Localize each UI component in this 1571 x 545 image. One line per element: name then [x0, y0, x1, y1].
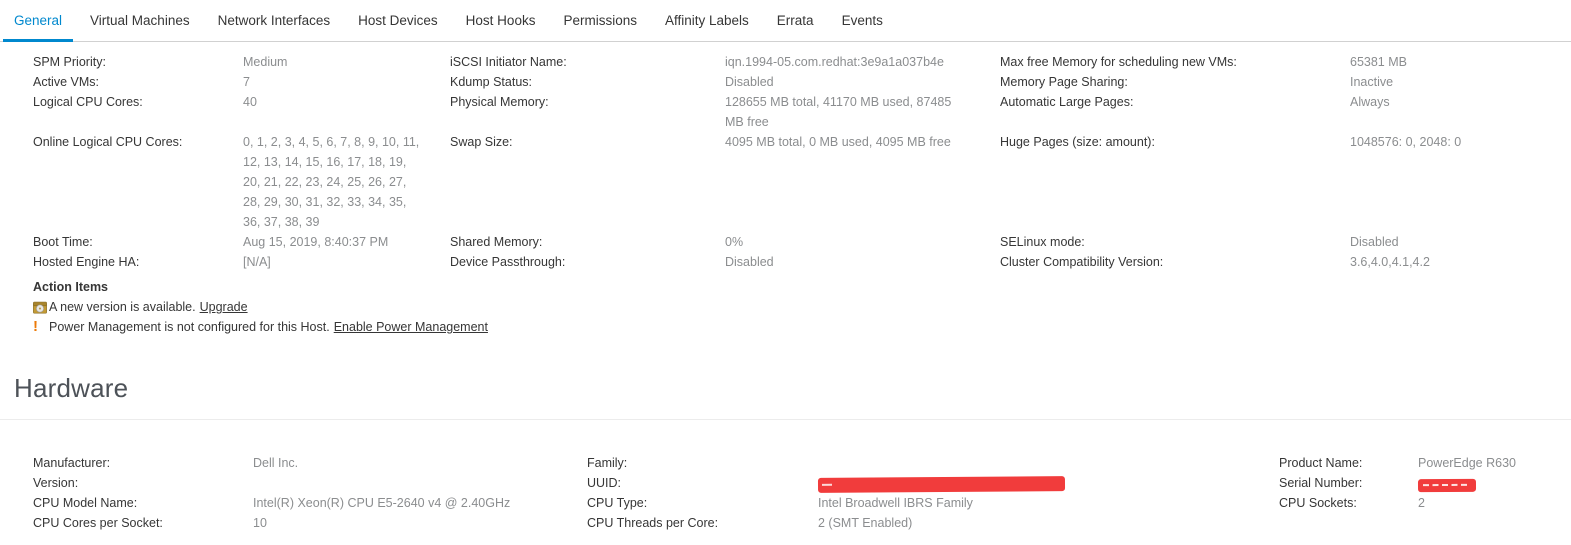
field-label: CPU Threads per Core: — [587, 513, 818, 533]
field-value: 2 — [1418, 493, 1571, 513]
serial-number-redaction-scribble — [1418, 479, 1476, 492]
upgrade-message: A new version is available. — [49, 297, 196, 317]
field-value: Intel Broadwell IBRS Family — [818, 493, 1279, 513]
field-label: SPM Priority: — [33, 52, 243, 72]
field-label: Family: — [587, 453, 818, 473]
field-value: 3.6,4.0,4.1,4.2 — [1350, 252, 1571, 272]
tab-general[interactable]: General — [3, 0, 73, 42]
tab-network-interfaces[interactable]: Network Interfaces — [207, 0, 342, 42]
tab-events[interactable]: Events — [831, 0, 894, 42]
field-value: PowerEdge R630 — [1418, 453, 1571, 473]
upgrade-link[interactable]: Upgrade — [200, 297, 248, 317]
field-label: Cluster Compatibility Version: — [1000, 252, 1350, 272]
field-label: UUID: — [587, 473, 818, 493]
uuid-value-redacted — [818, 473, 1279, 493]
host-detail-tabs: General Virtual Machines Network Interfa… — [0, 0, 1571, 42]
field-label: SELinux mode: — [1000, 232, 1350, 252]
tab-virtual-machines[interactable]: Virtual Machines — [79, 0, 201, 42]
uuid-redaction-scribble — [818, 476, 1065, 493]
action-item-power-management: Power Management is not configured for t… — [33, 317, 1571, 337]
tab-affinity-labels[interactable]: Affinity Labels — [654, 0, 760, 42]
field-value: iqn.1994-05.com.redhat:3e9a1a037b4e — [725, 52, 1000, 72]
tab-host-hooks[interactable]: Host Hooks — [455, 0, 547, 42]
hardware-section-title: Hardware — [14, 373, 1571, 404]
field-value: Medium — [243, 52, 450, 72]
field-value: 7 — [243, 72, 450, 92]
field-label: Product Name: — [1279, 453, 1418, 473]
action-items-section: Action Items A new version is available.… — [0, 272, 1571, 337]
field-value: 0, 1, 2, 3, 4, 5, 6, 7, 8, 9, 10, 11, 12… — [243, 132, 450, 232]
field-label: iSCSI Initiator Name: — [450, 52, 725, 72]
tab-host-devices[interactable]: Host Devices — [347, 0, 449, 42]
field-label: Hosted Engine HA: — [33, 252, 243, 272]
field-value: Disabled — [725, 72, 1000, 92]
tab-errata[interactable]: Errata — [766, 0, 825, 42]
warning-exclamation-icon — [33, 320, 49, 334]
field-value: 128655 MB total, 41170 MB used, 87485 MB… — [725, 92, 1000, 132]
action-items-title: Action Items — [33, 277, 1571, 297]
field-label: CPU Model Name: — [33, 493, 253, 513]
field-label: Kdump Status: — [450, 72, 725, 92]
power-management-message: Power Management is not configured for t… — [49, 317, 330, 337]
field-value: 10 — [253, 513, 587, 533]
field-label: CPU Type: — [587, 493, 818, 513]
field-label: Version: — [33, 473, 253, 493]
field-label: Max free Memory for scheduling new VMs: — [1000, 52, 1350, 72]
field-value: Dell Inc. — [253, 453, 587, 473]
enable-power-management-link[interactable]: Enable Power Management — [334, 317, 488, 337]
field-value: Disabled — [725, 252, 1000, 272]
field-label: Physical Memory: — [450, 92, 725, 112]
field-value: 1048576: 0, 2048: 0 — [1350, 132, 1571, 152]
field-label: Boot Time: — [33, 232, 243, 252]
action-item-upgrade: A new version is available. Upgrade — [33, 297, 1571, 317]
field-value: 2 (SMT Enabled) — [818, 513, 1279, 533]
field-label: Memory Page Sharing: — [1000, 72, 1350, 92]
field-label: Shared Memory: — [450, 232, 725, 252]
field-label: Device Passthrough: — [450, 252, 725, 272]
field-label: Serial Number: — [1279, 473, 1418, 493]
field-label: Logical CPU Cores: — [33, 92, 243, 112]
field-label: Manufacturer: — [33, 453, 253, 473]
field-value: 4095 MB total, 0 MB used, 4095 MB free — [725, 132, 1000, 152]
upgrade-package-icon — [33, 301, 49, 314]
hardware-info-grid: Manufacturer: Dell Inc. Family: Product … — [0, 420, 1571, 533]
field-value: Disabled — [1350, 232, 1571, 252]
field-value: 40 — [243, 92, 450, 112]
field-label: CPU Cores per Socket: — [33, 513, 253, 533]
general-info-grid: SPM Priority: Medium iSCSI Initiator Nam… — [0, 42, 1571, 272]
field-label: Active VMs: — [33, 72, 243, 92]
field-value: 65381 MB — [1350, 52, 1571, 72]
field-value: 0% — [725, 232, 1000, 252]
field-value: Aug 15, 2019, 8:40:37 PM — [243, 232, 450, 252]
field-label: CPU Sockets: — [1279, 493, 1418, 513]
serial-number-value-redacted — [1418, 473, 1571, 493]
field-value: Intel(R) Xeon(R) CPU E5-2640 v4 @ 2.40GH… — [253, 493, 587, 513]
tab-permissions[interactable]: Permissions — [552, 0, 648, 42]
field-label: Automatic Large Pages: — [1000, 92, 1350, 112]
field-label: Huge Pages (size: amount): — [1000, 132, 1350, 152]
field-label: Online Logical CPU Cores: — [33, 132, 243, 152]
field-label: Swap Size: — [450, 132, 725, 152]
field-value: Always — [1350, 92, 1571, 112]
field-value: [N/A] — [243, 252, 450, 272]
field-value: Inactive — [1350, 72, 1571, 92]
